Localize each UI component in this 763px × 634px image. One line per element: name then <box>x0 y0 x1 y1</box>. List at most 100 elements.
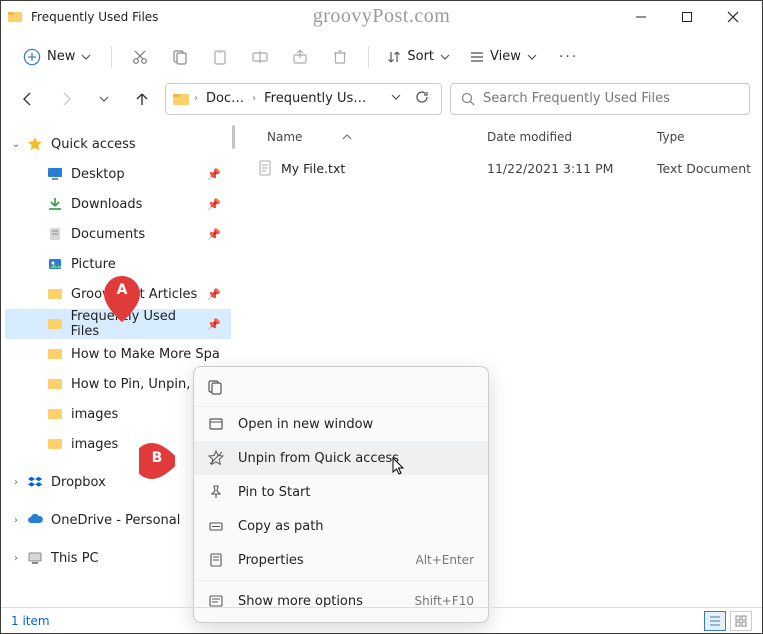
cursor-icon <box>392 457 406 477</box>
recent-locations-button[interactable] <box>89 84 119 114</box>
sidebar-item-desktop[interactable]: Desktop 📌 <box>5 159 231 189</box>
command-bar: New Sort View ··· <box>1 33 762 81</box>
window-title: Frequently Used Files <box>31 10 158 24</box>
file-type: Text Document <box>657 161 762 176</box>
folder-icon <box>45 406 65 422</box>
column-label: Name <box>267 130 302 144</box>
folder-icon <box>45 436 65 452</box>
details-view-toggle[interactable] <box>704 611 726 631</box>
sidebar-label: images <box>71 407 118 422</box>
copy-icon[interactable] <box>206 378 224 400</box>
back-button[interactable] <box>13 84 43 114</box>
sort-button[interactable]: Sort <box>379 45 458 68</box>
view-icon <box>470 50 484 64</box>
sidebar-item-pictures[interactable]: Picture <box>5 249 231 279</box>
view-button[interactable]: View <box>462 45 545 68</box>
up-button[interactable] <box>127 84 157 114</box>
folder-icon <box>45 346 65 362</box>
minimize-button[interactable] <box>618 1 664 33</box>
breadcrumb-item[interactable]: Frequently Us… <box>260 89 370 108</box>
sort-icon <box>387 50 401 64</box>
separator <box>368 46 369 68</box>
shortcut-label: Alt+Enter <box>415 553 474 567</box>
breadcrumb-item[interactable]: Doc… <box>202 89 248 108</box>
context-item-unpin[interactable]: Unpin from Quick access <box>194 441 488 475</box>
folder-icon <box>45 286 65 302</box>
context-item-properties[interactable]: Properties Alt+Enter <box>194 543 488 577</box>
sidebar-label: Picture <box>71 257 116 272</box>
expander-icon[interactable]: › <box>7 515 25 526</box>
sidebar-item-quick-access[interactable]: ⌄ Quick access <box>5 129 231 159</box>
context-label: Pin to Start <box>238 485 310 500</box>
text-file-icon <box>257 160 273 176</box>
properties-icon <box>208 552 224 568</box>
search-icon <box>461 92 475 106</box>
file-row[interactable]: My File.txt 11/22/2021 3:11 PM Text Docu… <box>237 153 762 183</box>
folder-icon <box>45 316 65 332</box>
separator <box>111 46 112 68</box>
sidebar-label: Quick access <box>51 137 136 152</box>
title-bar: Frequently Used Files <box>1 1 762 33</box>
copy-button[interactable] <box>162 39 198 75</box>
paste-button[interactable] <box>202 39 238 75</box>
onedrive-icon <box>25 512 45 528</box>
forward-button[interactable] <box>51 84 81 114</box>
chevron-right-icon: › <box>252 93 256 104</box>
thumbnails-view-toggle[interactable] <box>730 611 752 631</box>
chevron-down-icon <box>81 52 91 62</box>
expander-icon[interactable]: ⌄ <box>7 139 25 150</box>
separator <box>194 580 488 581</box>
new-label: New <box>47 49 75 64</box>
desktop-icon <box>45 166 65 182</box>
context-label: Unpin from Quick access <box>238 451 399 466</box>
[interactable]: Type <box>657 130 762 144</box>
pin-icon <box>208 484 224 500</box>
close-button[interactable] <box>710 1 756 33</box>
address-history-button[interactable] <box>387 91 405 106</box>
pin-icon: 📌 <box>207 198 221 211</box>
unpin-icon <box>208 450 224 466</box>
share-button[interactable] <box>282 39 318 75</box>
expander-icon[interactable]: › <box>7 553 25 564</box>
chevron-down-icon <box>440 52 450 62</box>
sidebar-label: images <box>71 437 118 452</box>
rename-button[interactable] <box>242 39 278 75</box>
downloads-icon <box>45 196 65 212</box>
more-button[interactable]: ··· <box>549 45 588 69</box>
address-bar[interactable]: › Doc… › Frequently Us… <box>165 83 442 115</box>
context-item-pin-start[interactable]: Pin to Start <box>194 475 488 509</box>
context-menu-toolbar <box>194 371 488 407</box>
sidebar-label: This PC <box>51 551 99 566</box>
column-headers: Name Date modified Type <box>237 121 762 153</box>
sidebar-item-downloads[interactable]: Downloads 📌 <box>5 189 231 219</box>
sidebar-label: How to Make More Spa <box>71 347 220 362</box>
maximize-button[interactable] <box>664 1 710 33</box>
pin-icon: 📌 <box>207 228 221 241</box>
context-label: Copy as path <box>238 519 324 534</box>
folder-icon <box>172 91 190 107</box>
context-item-copy-path[interactable]: Copy as path <box>194 509 488 543</box>
context-item-open-new-window[interactable]: Open in new window <box>194 407 488 441</box>
pin-icon: 📌 <box>207 318 221 331</box>
delete-button[interactable] <box>322 39 358 75</box>
sidebar-item-documents[interactable]: Documents 📌 <box>5 219 231 249</box>
column-header-date[interactable]: Date modified <box>487 130 657 144</box>
path-icon <box>208 518 224 534</box>
status-count: 1 item <box>11 614 50 628</box>
annotation-marker-b: B <box>139 438 175 484</box>
star-icon <box>25 136 45 152</box>
context-label: Properties <box>238 553 304 568</box>
refresh-button[interactable] <box>409 90 435 108</box>
sidebar-label: OneDrive - Personal <box>51 513 180 528</box>
expander-icon[interactable]: › <box>7 477 25 488</box>
sidebar-item-folder[interactable]: How to Make More Spa <box>5 339 231 369</box>
context-label: Open in new window <box>238 417 373 432</box>
dropbox-icon <box>25 474 45 490</box>
window-icon <box>208 416 224 432</box>
search-input[interactable]: Search Frequently Used Files <box>450 83 750 115</box>
pin-icon: 📌 <box>207 168 221 181</box>
new-button[interactable]: New <box>13 44 101 70</box>
status-bar: 1 item <box>1 607 762 633</box>
column-header-name[interactable]: Name <box>237 130 487 144</box>
cut-button[interactable] <box>122 39 158 75</box>
